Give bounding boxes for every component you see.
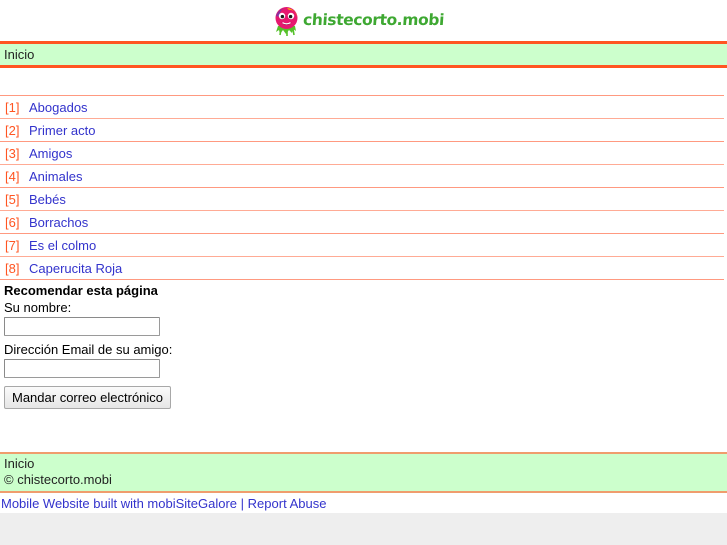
page-container: chistecorto.mobi Inicio [1] Abogados [2]… [0, 0, 727, 513]
email-field-label: Dirección Email de su amigo: [4, 342, 173, 357]
list-item-link[interactable]: Primer acto [29, 123, 95, 138]
send-email-button[interactable]: Mandar correo electrónico [4, 386, 172, 409]
site-header: chistecorto.mobi [0, 0, 727, 41]
joke-category-list: [1] Abogados [2] Primer acto [3] Amigos … [0, 95, 727, 279]
footer-link-inicio[interactable]: Inicio [4, 456, 723, 472]
recommend-form: Recomendar esta página Su nombre: Direcc… [0, 280, 727, 409]
list-item-link[interactable]: Abogados [29, 100, 88, 115]
nav-item-inicio[interactable]: Inicio [4, 47, 34, 62]
site-logo[interactable]: chistecorto.mobi [272, 5, 444, 36]
mobisitegalore-link[interactable]: Mobile Website built with mobiSiteGalore [1, 496, 237, 511]
list-item[interactable]: [2] Primer acto [0, 118, 724, 141]
footer-gap [0, 409, 727, 452]
site-logo-text: chistecorto.mobi [301, 10, 445, 29]
list-item-link[interactable]: Caperucita Roja [29, 261, 122, 276]
list-item-number: [2] [5, 122, 20, 138]
list-item[interactable]: [3] Amigos [0, 141, 724, 164]
list-item[interactable]: [1] Abogados [0, 95, 724, 118]
name-field-label: Su nombre: [4, 300, 72, 315]
list-item-link[interactable]: Bebés [29, 192, 66, 207]
list-item-number: [3] [5, 145, 20, 161]
list-item[interactable]: [4] Animales [0, 164, 724, 187]
credit-separator: | [240, 496, 245, 511]
list-item[interactable]: [5] Bebés [0, 187, 724, 210]
list-item[interactable]: [6] Borrachos [0, 210, 724, 233]
list-item-number: [8] [5, 260, 20, 276]
top-navbar: Inicio [0, 41, 727, 68]
friend-email-input[interactable] [4, 359, 160, 378]
site-footer: Inicio © chistecorto.mobi [0, 452, 727, 493]
report-abuse-link[interactable]: Report Abuse [248, 496, 327, 511]
list-item[interactable]: [8] Caperucita Roja [0, 256, 724, 279]
list-item-number: [4] [5, 168, 20, 184]
list-item-link[interactable]: Amigos [29, 146, 72, 161]
list-item-link[interactable]: Es el colmo [29, 238, 96, 253]
list-top-spacer [0, 68, 727, 95]
list-item-link[interactable]: Animales [29, 169, 82, 184]
mascot-logo-icon [272, 5, 302, 36]
list-item-number: [1] [5, 99, 20, 115]
credit-bar: Mobile Website built with mobiSiteGalore… [0, 493, 727, 513]
list-item-link[interactable]: Borrachos [29, 215, 88, 230]
list-item-number: [6] [5, 214, 20, 230]
list-item[interactable]: [7] Es el colmo [0, 233, 724, 256]
form-heading: Recomendar esta página [4, 283, 158, 298]
name-input[interactable] [4, 317, 160, 336]
footer-copyright: © chistecorto.mobi [4, 472, 112, 487]
list-item-number: [5] [5, 191, 20, 207]
list-item-number: [7] [5, 237, 20, 253]
